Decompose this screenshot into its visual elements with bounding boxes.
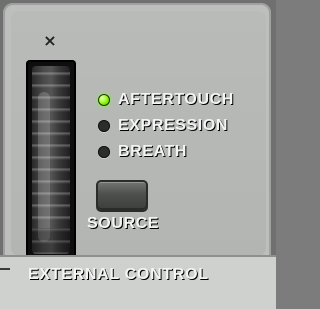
wheel-shadow xyxy=(32,228,70,254)
option-label: BREATH xyxy=(118,143,188,160)
aftertouch-led-icon xyxy=(98,94,110,106)
option-breath[interactable]: BREATH xyxy=(98,142,268,162)
external-control-frame: × AFTERTOUCH EXPRESSION BREATH SOURCE EX… xyxy=(0,0,276,309)
source-button[interactable] xyxy=(96,180,148,210)
wheel-highlight xyxy=(38,92,50,242)
option-label: AFTERTOUCH xyxy=(118,91,234,108)
left-edge-line xyxy=(0,268,10,270)
option-label: EXPRESSION xyxy=(118,117,229,134)
x-icon: × xyxy=(43,31,57,50)
modulation-wheel-well xyxy=(26,60,76,260)
section-title: EXTERNAL CONTROL xyxy=(28,266,209,283)
breath-led-icon xyxy=(98,146,110,158)
option-aftertouch[interactable]: AFTERTOUCH xyxy=(98,90,268,110)
modulation-wheel[interactable] xyxy=(32,66,70,254)
option-expression[interactable]: EXPRESSION xyxy=(98,116,268,136)
source-label: SOURCE xyxy=(87,215,160,232)
expression-led-icon xyxy=(98,120,110,132)
